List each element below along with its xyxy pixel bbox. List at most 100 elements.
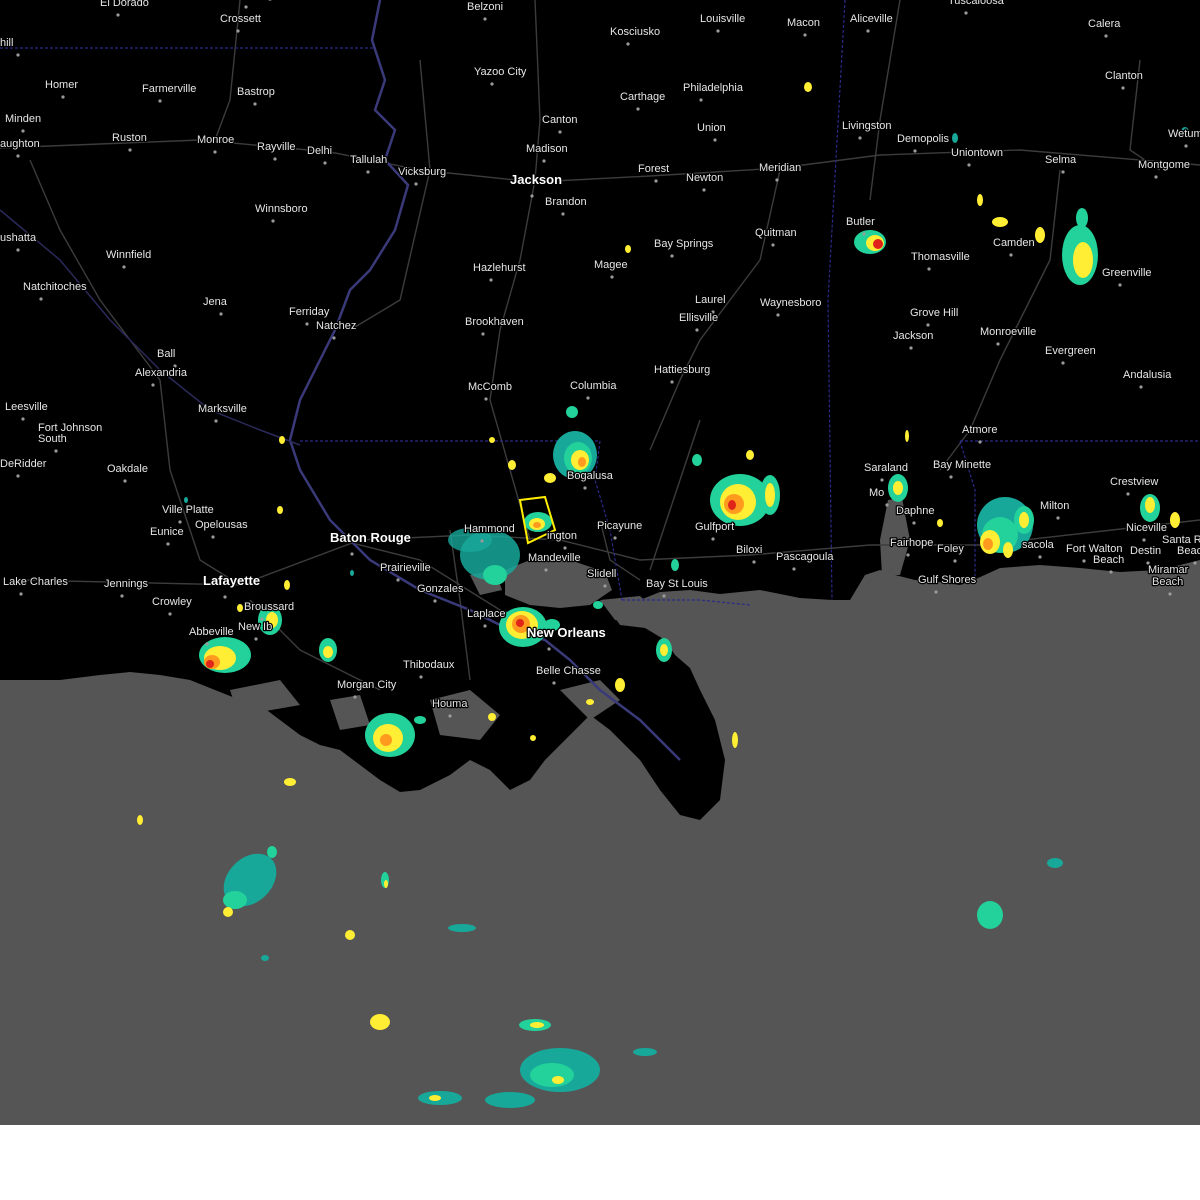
city-label: Madison (526, 143, 568, 155)
city-dot (752, 560, 756, 564)
city-dot (695, 328, 699, 332)
city-dot (654, 179, 658, 183)
city-dot (1118, 283, 1122, 287)
city-label: Crowley (152, 596, 192, 608)
city-label: Brookhaven (465, 316, 524, 328)
city-label: Broussard (244, 601, 294, 613)
city-label: Newton (686, 172, 723, 184)
radar-cell-butler (854, 230, 886, 254)
city-label: Tuscaloosa (948, 0, 1005, 7)
city-dot (205, 642, 209, 646)
city-label: Brandon (545, 196, 587, 208)
city-label: Columbia (570, 380, 617, 392)
city-dot (166, 542, 170, 546)
city-dot (1193, 561, 1197, 565)
city-dot (1038, 555, 1042, 559)
city-label: Mandeville (528, 552, 581, 564)
city-dot (1184, 144, 1188, 148)
city-dot (211, 535, 215, 539)
city-dot (244, 5, 248, 9)
city-label: Milton (1040, 500, 1069, 512)
city-label: Crestview (1110, 476, 1158, 488)
city-dot (1056, 516, 1060, 520)
city-dot (483, 624, 487, 628)
city-dot (16, 474, 20, 478)
city-label: Selma (1045, 154, 1077, 166)
city-dot (1139, 385, 1143, 389)
city-dot (636, 107, 640, 111)
city-dot (158, 99, 162, 103)
city-dot (332, 336, 336, 340)
city-label: Morgan City (337, 679, 397, 691)
city-label: Bay Springs (654, 238, 714, 250)
city-dot (1109, 570, 1113, 574)
city-dot (54, 449, 58, 453)
city-dot (542, 159, 546, 163)
city-label: Philadelphia (683, 82, 744, 94)
city-dot (670, 254, 674, 258)
city-label: Belle Chasse (536, 665, 601, 677)
city-label: Laurel (695, 294, 726, 306)
city-label: hill (0, 37, 13, 49)
city-dot (866, 29, 870, 33)
city-label: Bogalusa (567, 470, 614, 482)
city-label: Ferriday (289, 306, 330, 318)
city-dot (128, 148, 132, 152)
city-dot (1121, 86, 1125, 90)
city-dot (776, 313, 780, 317)
city-dot (978, 440, 982, 444)
city-label: Canton (542, 114, 577, 126)
city-dot (530, 194, 534, 198)
city-label: ushatta (0, 232, 37, 244)
radar-map[interactable]: El Dorado Crossett Hamburg Belzoni Kosciusko… (0, 0, 1200, 1125)
city-dot (16, 248, 20, 252)
city-label: Minden (5, 113, 41, 125)
city-dot (480, 539, 484, 543)
city-dot (236, 29, 240, 33)
city-label: Carthage (620, 91, 665, 103)
city-label: Louisville (700, 13, 745, 25)
city-dot (16, 53, 20, 57)
city-label: Gulfport (695, 521, 734, 533)
city-dot (586, 396, 590, 400)
city-dot (927, 267, 931, 271)
city-label: Atmore (962, 424, 997, 436)
city-label: Ville Platte (162, 504, 214, 516)
city-label: New Orleans (527, 625, 606, 640)
city-label: Winnsboro (255, 203, 308, 215)
city-label: Beach (1093, 554, 1124, 566)
city-dot (803, 33, 807, 37)
city-dot (699, 98, 703, 102)
city-label: Gulf Shores (918, 574, 977, 586)
city-label: Lafayette (203, 573, 260, 588)
city-dot (254, 637, 258, 641)
city-label: Beach (1177, 545, 1200, 557)
city-label: Destin (1130, 545, 1161, 557)
city-dot (151, 383, 155, 387)
city-label: Calera (1088, 18, 1121, 30)
city-dot (122, 265, 126, 269)
city-label: Andalusia (1123, 369, 1172, 381)
city-label: Union (697, 122, 726, 134)
city-label: Biloxi (736, 544, 762, 556)
city-label: Camden (993, 237, 1035, 249)
city-dot (912, 521, 916, 525)
city-label: Ball (157, 348, 175, 360)
city-dot (433, 599, 437, 603)
city-label: Crossett (220, 13, 261, 25)
map-canvas[interactable]: El Dorado Crossett Hamburg Belzoni Kosciusko… (0, 0, 1200, 1125)
city-label: Saraland (864, 462, 908, 474)
city-dot (1061, 361, 1065, 365)
city-label: Winnfield (106, 249, 151, 261)
city-dot (1009, 253, 1013, 257)
city-label: Foley (937, 543, 964, 555)
city-dot (21, 129, 25, 133)
city-label: Yazoo City (474, 66, 527, 78)
city-dot (552, 681, 556, 685)
city-dot (880, 478, 884, 482)
city-dot (909, 346, 913, 350)
city-label: Kosciusko (610, 26, 660, 38)
city-dot (490, 82, 494, 86)
city-label: Forest (638, 163, 669, 175)
city-dot (350, 552, 354, 556)
